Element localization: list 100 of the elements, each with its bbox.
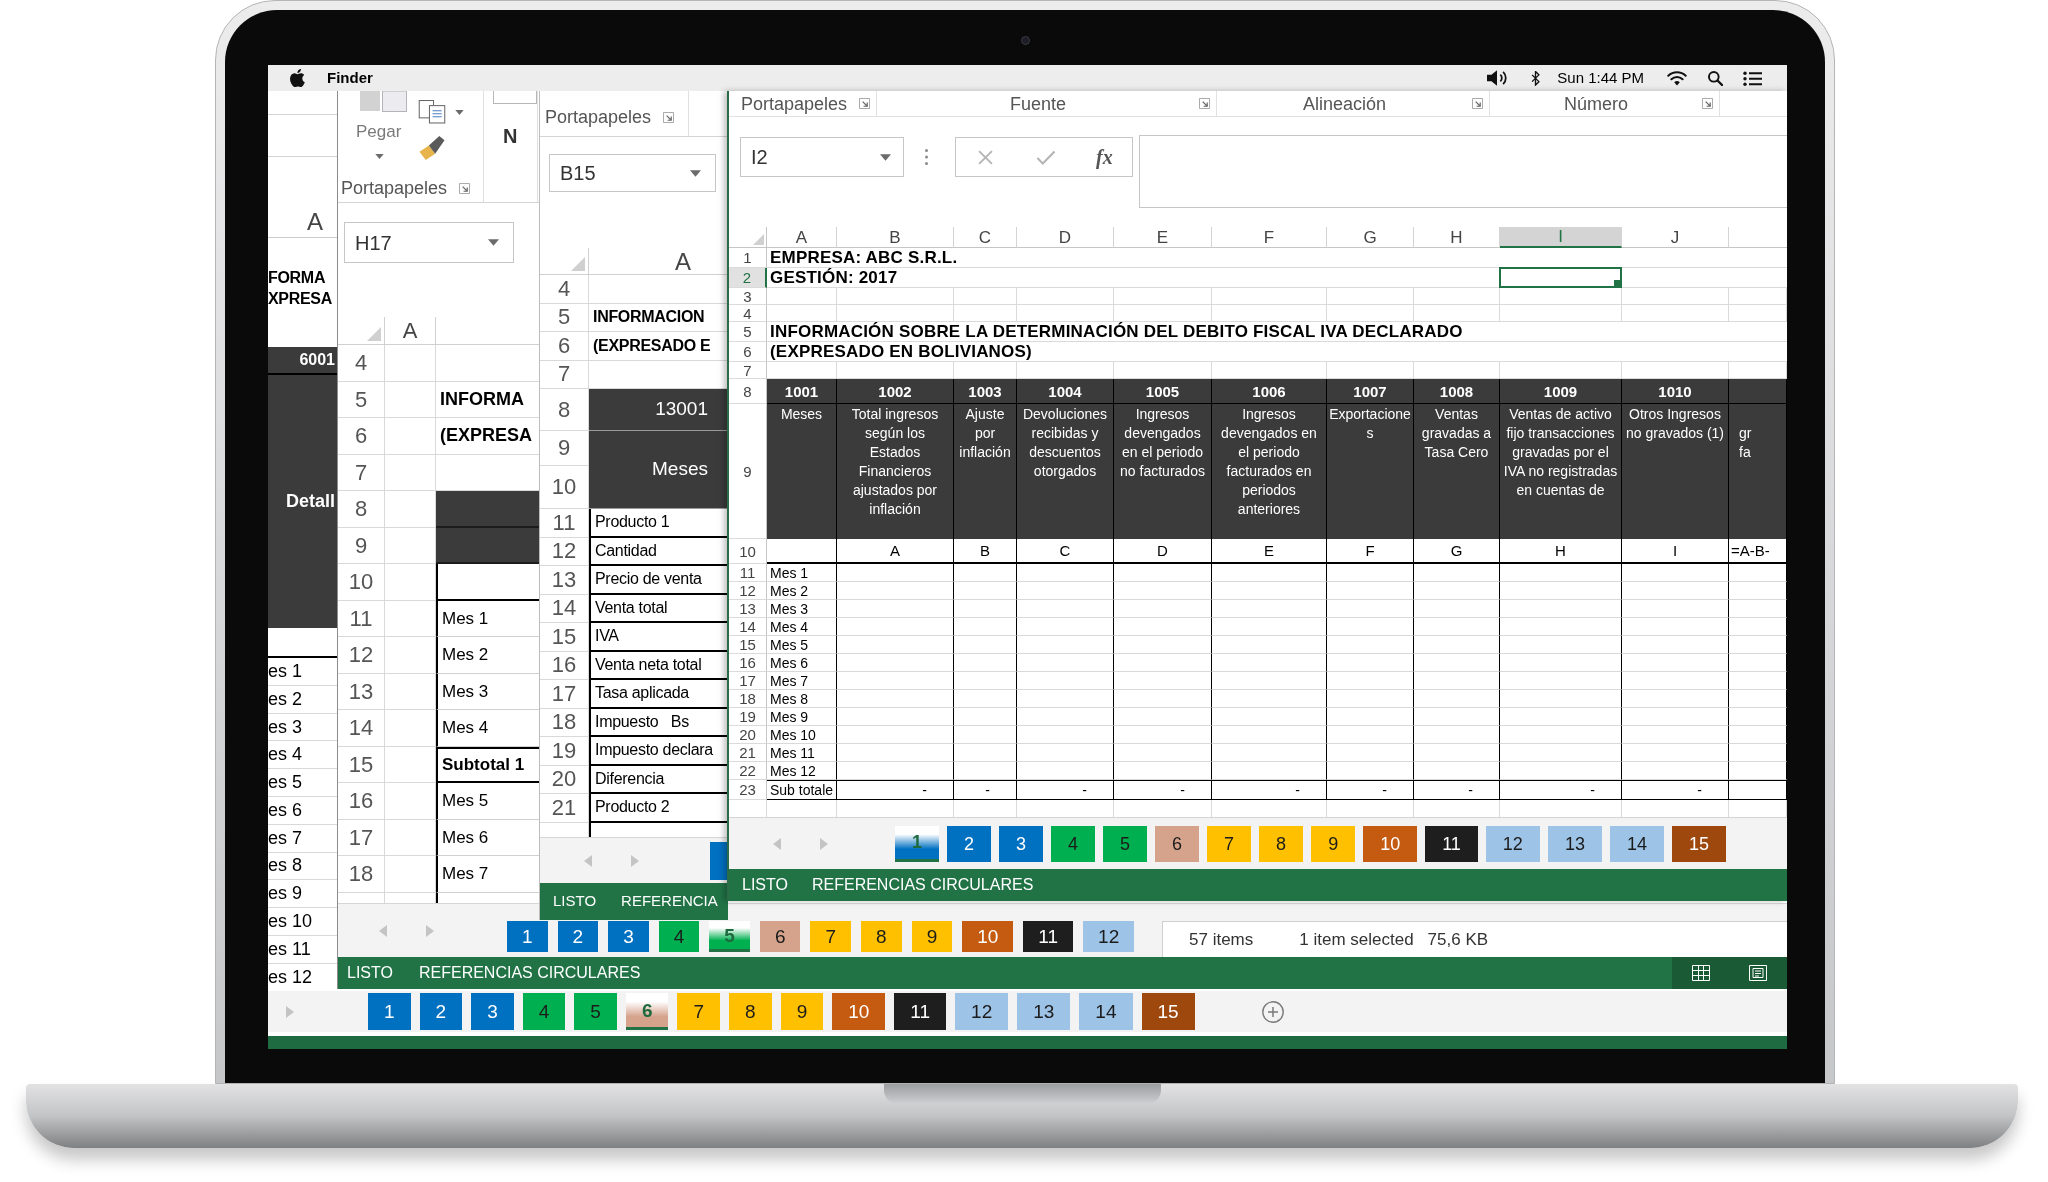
plus-circle-icon[interactable] bbox=[1261, 1000, 1284, 1023]
sheet-tab[interactable]: 8 bbox=[1259, 825, 1304, 862]
caret-icon[interactable] bbox=[455, 109, 464, 115]
sheet-tab[interactable]: 1 bbox=[507, 921, 548, 952]
apple-icon[interactable] bbox=[290, 69, 305, 87]
row-number: 17 bbox=[729, 672, 767, 690]
column-header[interactable]: A bbox=[767, 227, 837, 248]
name-box[interactable]: H17 bbox=[344, 222, 514, 263]
sheet-tab[interactable]: 7 bbox=[1207, 825, 1252, 862]
sheet-tab[interactable]: 5 bbox=[1103, 825, 1148, 862]
sheet-tab[interactable]: 11 bbox=[894, 993, 947, 1030]
caret-icon[interactable] bbox=[690, 169, 701, 177]
sheet-tab[interactable]: 10 bbox=[1363, 825, 1418, 862]
sheet-tab[interactable]: 8 bbox=[729, 993, 772, 1030]
column-header[interactable]: G bbox=[1327, 227, 1414, 248]
sheet-tab[interactable]: 14 bbox=[1609, 825, 1664, 862]
sheet-tab[interactable]: 3 bbox=[471, 993, 514, 1030]
column-header[interactable]: C bbox=[954, 227, 1017, 248]
sheet-tab[interactable]: 4 bbox=[658, 921, 700, 952]
column-header[interactable]: E bbox=[1114, 227, 1212, 248]
row-number: 22 bbox=[729, 762, 767, 780]
speaker-icon[interactable] bbox=[1487, 70, 1508, 86]
row-number: 13 bbox=[338, 673, 385, 710]
caret-icon[interactable] bbox=[880, 153, 891, 161]
name-box[interactable]: I2 bbox=[740, 137, 904, 177]
sheet-tab[interactable]: 2 bbox=[419, 993, 463, 1030]
name-box[interactable]: B15 bbox=[549, 154, 716, 192]
sheet-tab[interactable]: 4 bbox=[522, 993, 566, 1030]
corner-arrow-icon[interactable] bbox=[1472, 98, 1483, 109]
row-number: 12 bbox=[338, 637, 385, 674]
sheet-tab[interactable]: 2 bbox=[947, 825, 992, 862]
corner-arrow-icon[interactable] bbox=[1199, 98, 1210, 109]
caret-icon[interactable] bbox=[488, 239, 499, 246]
table-cell: Mes 8 bbox=[767, 690, 837, 708]
corner-arrow-icon[interactable] bbox=[859, 98, 870, 109]
column-header[interactable]: H bbox=[1414, 227, 1500, 248]
sheet-tab[interactable]: 6 bbox=[625, 993, 669, 1030]
sheet-tab[interactable]: 12 bbox=[1083, 921, 1135, 952]
sheet-tab[interactable]: 12 bbox=[955, 993, 1009, 1030]
column-header[interactable]: I bbox=[1500, 227, 1622, 248]
sheet-tab[interactable]: 6 bbox=[1155, 825, 1200, 862]
sheet-tab[interactable]: 3 bbox=[608, 921, 649, 952]
sheet-tab[interactable]: 14 bbox=[1079, 993, 1133, 1030]
menu-clock[interactable]: Sun 1:44 PM bbox=[1557, 66, 1644, 90]
function-button[interactable]: fx bbox=[1096, 147, 1113, 167]
bluetooth-icon[interactable] bbox=[1531, 70, 1541, 86]
page-view-icon[interactable] bbox=[1749, 965, 1768, 981]
sheet-tab[interactable]: 11 bbox=[1425, 825, 1478, 862]
sheet-tab[interactable]: 12 bbox=[1485, 825, 1540, 862]
column-header[interactable]: D bbox=[1017, 227, 1114, 248]
column-header[interactable]: J bbox=[1622, 227, 1729, 248]
corner-arrow-icon[interactable] bbox=[1702, 98, 1713, 109]
formula-field[interactable] bbox=[1139, 135, 1787, 208]
check-icon[interactable] bbox=[1036, 149, 1056, 165]
sheet-tab[interactable]: 9 bbox=[911, 921, 953, 952]
sheet-tab[interactable] bbox=[710, 841, 727, 880]
sheet-tab[interactable]: 10 bbox=[962, 921, 1014, 952]
paste-button[interactable]: Pegar bbox=[356, 91, 418, 175]
sheet-tab[interactable]: 10 bbox=[832, 993, 886, 1030]
app-menu[interactable]: Finder bbox=[327, 66, 373, 90]
column-header[interactable]: A bbox=[307, 210, 323, 234]
sheet-tab[interactable]: 15 bbox=[1141, 993, 1195, 1030]
column-header[interactable]: A bbox=[385, 317, 436, 345]
column-header[interactable]: B bbox=[837, 227, 954, 248]
sheet-tab[interactable]: 11 bbox=[1023, 921, 1074, 952]
sheet-tab[interactable]: 8 bbox=[861, 921, 902, 952]
sheet-tab[interactable]: 2 bbox=[557, 921, 599, 952]
sheet-tab[interactable]: 1 bbox=[368, 993, 411, 1030]
input-field[interactable] bbox=[493, 91, 537, 104]
table-cell: =A-B- bbox=[1729, 539, 1787, 564]
empty-cell bbox=[954, 305, 1017, 322]
documents-icon[interactable] bbox=[418, 100, 446, 124]
sheet-tab[interactable]: 7 bbox=[677, 993, 721, 1030]
table-cell: Mes 9 bbox=[767, 708, 837, 726]
sheet-tab[interactable]: 7 bbox=[810, 921, 852, 952]
table-cell: Mes 6 bbox=[767, 654, 837, 672]
empty-cell bbox=[385, 746, 436, 783]
sheet-tab[interactable]: 13 bbox=[1017, 993, 1071, 1030]
corner-arrow-icon[interactable] bbox=[459, 182, 471, 194]
caret-icon[interactable] bbox=[375, 154, 384, 159]
search-icon[interactable] bbox=[1708, 70, 1723, 86]
wifi-icon[interactable] bbox=[1667, 70, 1687, 86]
grid-view-icon[interactable] bbox=[1691, 965, 1710, 981]
table-cell: - bbox=[1114, 780, 1212, 800]
row-number: 4 bbox=[338, 345, 385, 382]
list-menu-icon[interactable] bbox=[1743, 70, 1762, 86]
vertical-dots-icon[interactable] bbox=[925, 149, 928, 165]
sheet-tab[interactable]: 4 bbox=[1051, 825, 1096, 862]
sheet-tab[interactable]: 15 bbox=[1671, 825, 1726, 862]
corner-arrow-icon[interactable] bbox=[663, 112, 675, 123]
brush-icon[interactable] bbox=[418, 136, 446, 160]
bold-button[interactable]: N bbox=[503, 126, 518, 146]
sheet-tab[interactable]: 9 bbox=[780, 993, 824, 1030]
sheet-tab[interactable]: 13 bbox=[1547, 825, 1602, 862]
column-header[interactable]: F bbox=[1212, 227, 1327, 248]
sheet-tab[interactable]: 6 bbox=[759, 921, 801, 952]
sheet-tab[interactable]: 5 bbox=[574, 993, 617, 1030]
sheet-tab[interactable]: 9 bbox=[1311, 825, 1356, 862]
sheet-tab[interactable]: 3 bbox=[999, 825, 1044, 862]
table-cell: Otros Ingresos no gravados (1) bbox=[1622, 404, 1729, 539]
